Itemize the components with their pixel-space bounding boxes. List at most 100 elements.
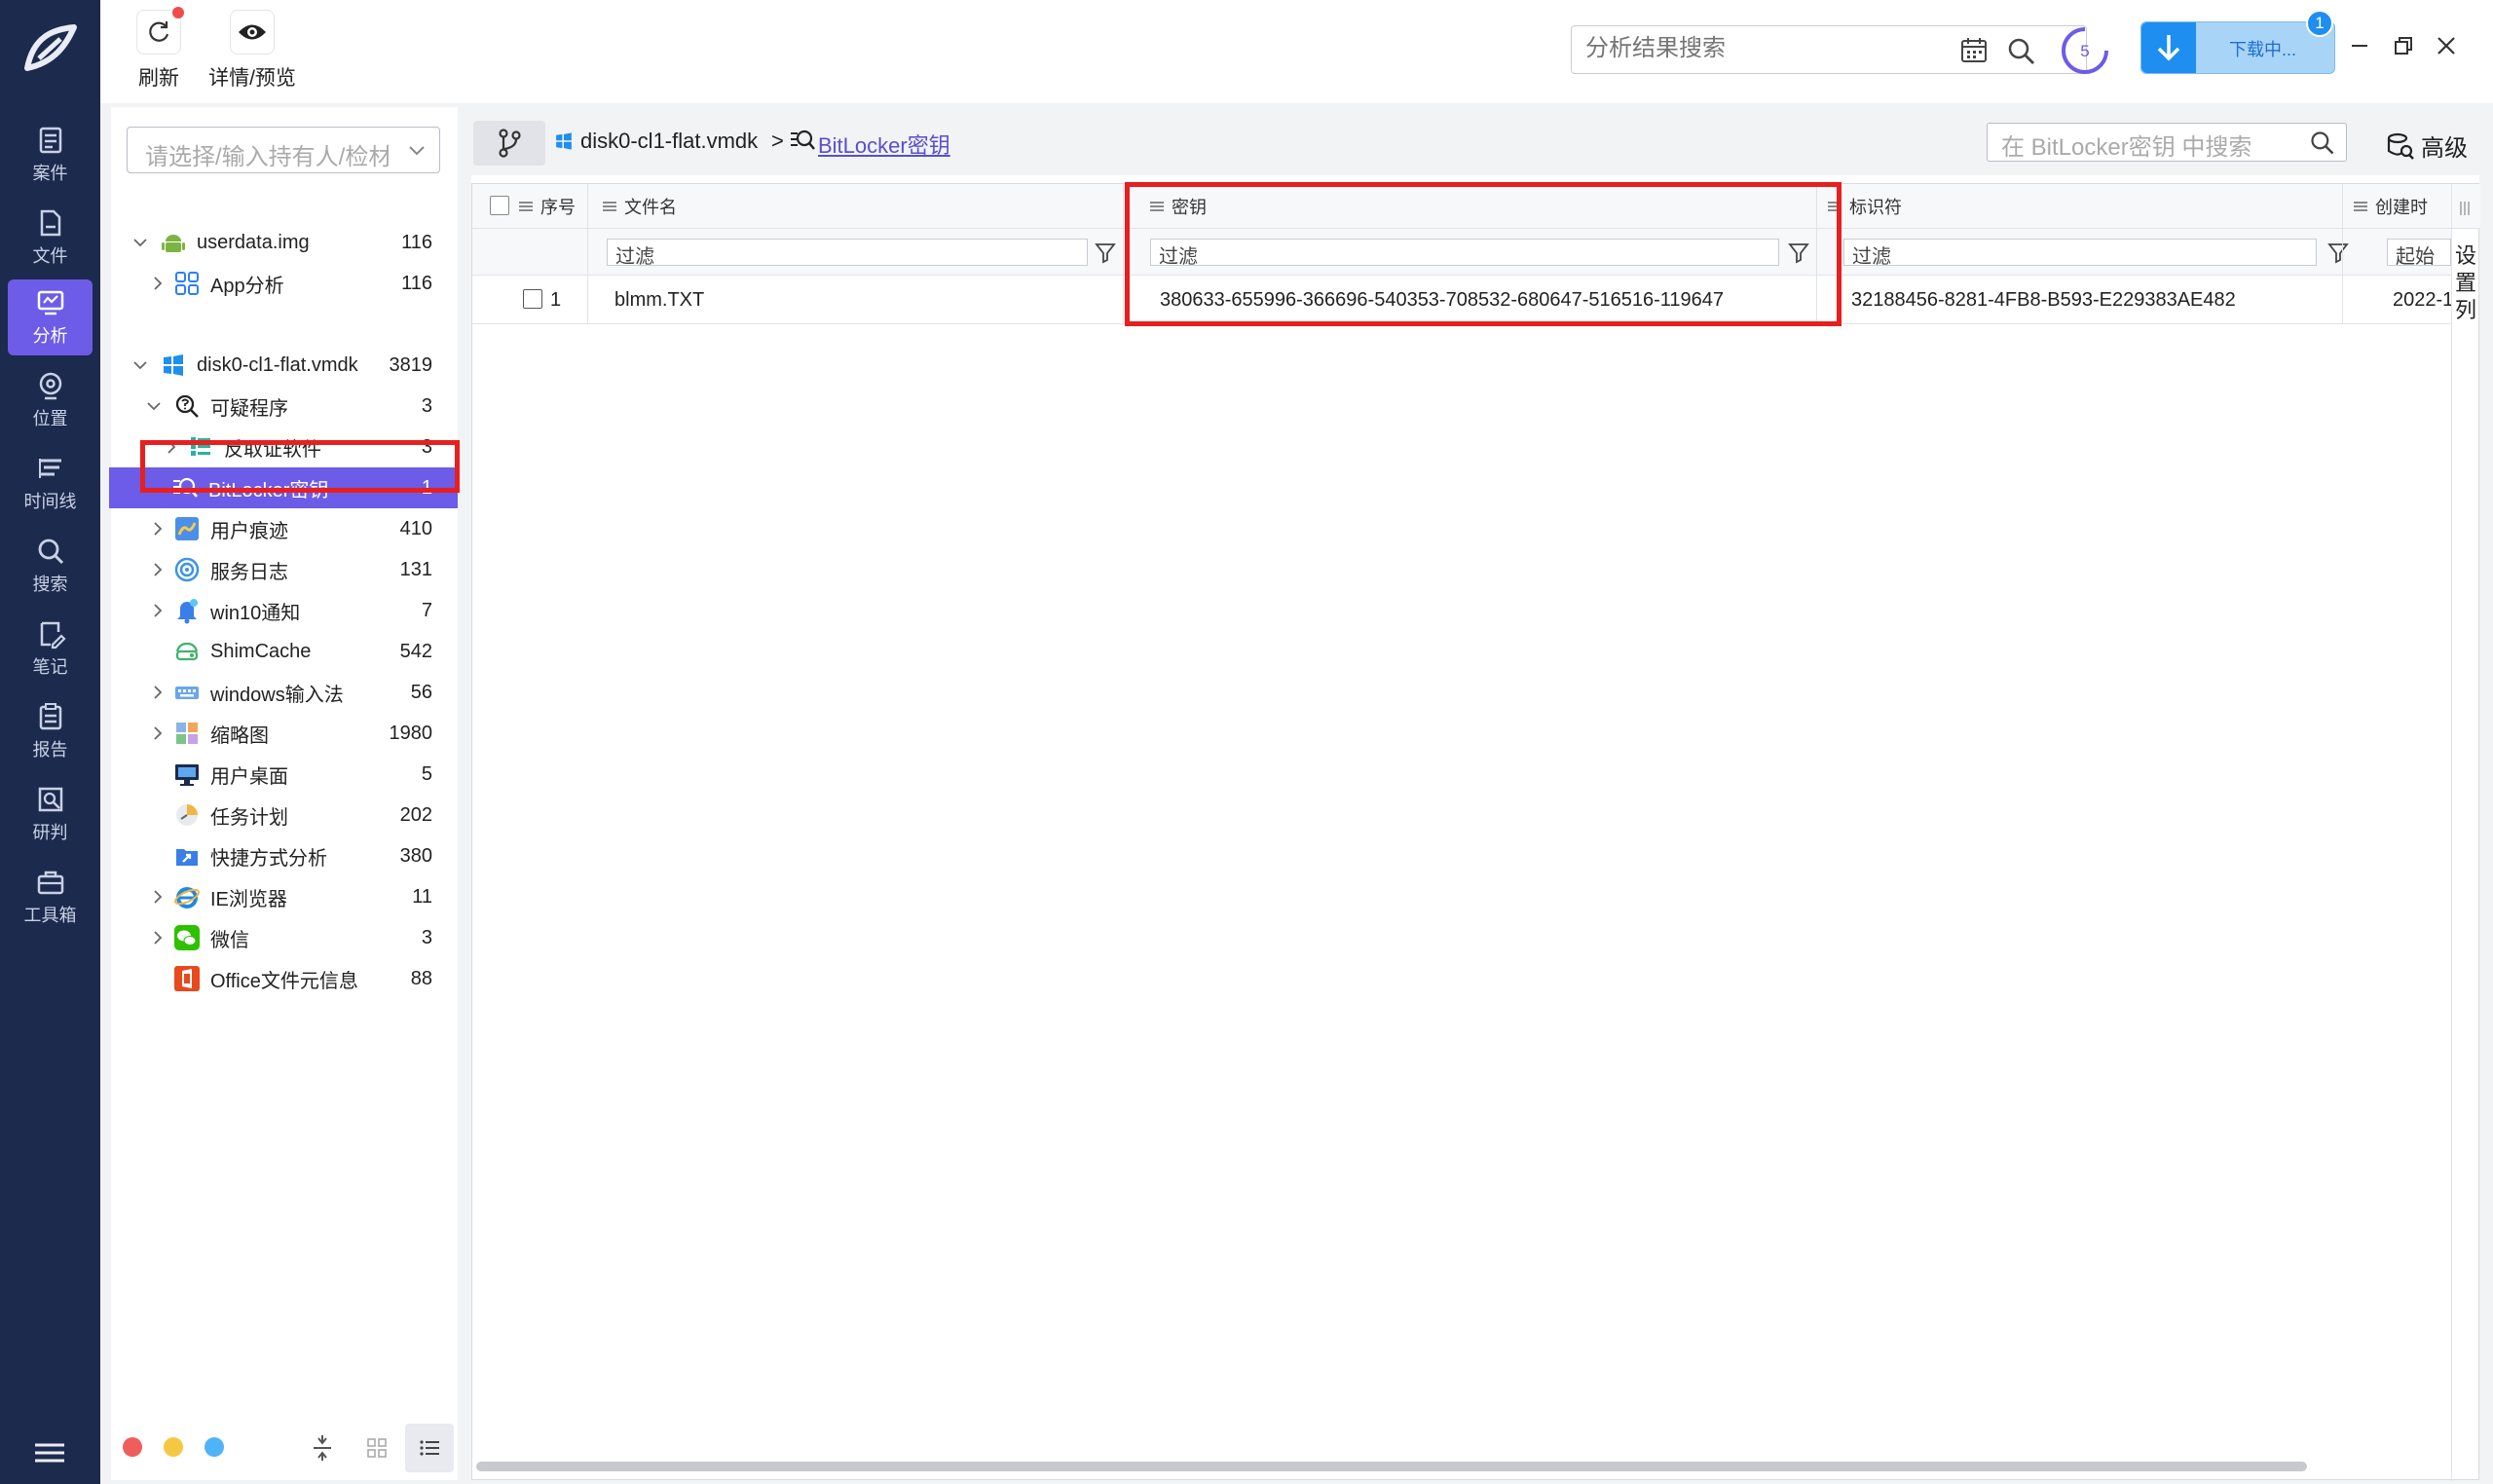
search-icon[interactable]	[2006, 36, 2037, 67]
nav-file[interactable]: 文件	[8, 200, 93, 276]
red-status-dot[interactable]	[123, 1437, 142, 1457]
judge-icon	[38, 787, 62, 812]
filter-placeholder: 过滤	[1852, 246, 1891, 268]
tree-node-shimcache[interactable]: ShimCache 542	[111, 631, 458, 672]
tree-node-label: 微信	[210, 929, 249, 951]
nav-judge[interactable]: 研判	[8, 776, 93, 852]
tree-node-ie[interactable]: IE浏览器 11	[111, 876, 458, 917]
nav-label: 文件	[32, 246, 68, 266]
search-icon[interactable]	[2309, 130, 2336, 157]
holder-select[interactable]: 请选择/输入持有人/检材	[127, 127, 440, 173]
tree-node-userdata[interactable]: userdata.img 116	[111, 222, 458, 263]
hamburger-menu-icon[interactable]	[33, 1441, 66, 1465]
list-view-button[interactable]	[405, 1424, 454, 1472]
row-checkbox[interactable]	[523, 289, 542, 309]
chevron-down-icon[interactable]	[146, 398, 162, 414]
breadcrumb-parent[interactable]: disk0-cl1-flat.vmdk	[580, 129, 758, 154]
task-progress-ring-icon[interactable]: 5	[2060, 25, 2110, 76]
chevron-right-icon[interactable]	[150, 562, 166, 577]
chevron-right-icon[interactable]	[150, 521, 166, 537]
tree-node-wechat[interactable]: 微信 3	[111, 917, 458, 958]
chevron-right-icon[interactable]	[150, 276, 166, 291]
yellow-status-dot[interactable]	[164, 1437, 183, 1457]
tree-node-ime[interactable]: windows输入法 56	[111, 672, 458, 713]
chevron-down-icon[interactable]	[132, 235, 148, 250]
tree-node-office[interactable]: Office文件元信息 88	[111, 958, 458, 999]
nav-case[interactable]: 案件	[8, 117, 93, 193]
grid-view-icon[interactable]	[366, 1437, 388, 1459]
close-button[interactable]	[2432, 31, 2461, 60]
content-search-box[interactable]: 在 BitLocker密钥 中搜索	[1987, 123, 2347, 162]
created-start-filter-input[interactable]: 起始	[2387, 239, 2451, 266]
nav-report[interactable]: 报告	[8, 693, 93, 769]
nav-notes[interactable]: 笔记	[8, 611, 93, 686]
shimcache-icon	[175, 642, 199, 661]
tree-node-count: 542	[399, 640, 432, 662]
branch-button[interactable]	[473, 121, 545, 166]
download-icon-box	[2141, 22, 2196, 73]
download-button[interactable]: 下载中...	[2140, 21, 2335, 74]
column-header-filename[interactable]: 文件名	[587, 184, 1123, 229]
left-nav: 案件 文件 分析 位置 时间线 搜索 笔记 报告 研判 工具箱	[0, 0, 100, 1484]
nav-search[interactable]: 搜索	[8, 528, 93, 604]
filter-funnel-icon[interactable]	[2326, 241, 2350, 264]
preview-button[interactable]: 详情/预览	[204, 10, 301, 99]
tree-node-app-analysis[interactable]: App分析 116	[111, 263, 458, 304]
tree-node-label: userdata.img	[197, 231, 310, 253]
chevron-right-icon[interactable]	[150, 725, 166, 741]
column-divider[interactable]	[587, 184, 588, 324]
chevron-right-icon[interactable]	[150, 889, 166, 905]
nav-location[interactable]: 位置	[8, 362, 93, 438]
column-settings-button[interactable]: 设置列	[2451, 229, 2480, 346]
result-search-box[interactable]	[1571, 25, 2087, 74]
shortcut-icon	[176, 849, 198, 866]
column-divider[interactable]	[1123, 184, 1124, 324]
tree-node-count: 202	[399, 803, 432, 826]
blue-status-dot[interactable]	[205, 1437, 224, 1457]
tree-node-vmdk[interactable]: disk0-cl1-flat.vmdk 3819	[111, 345, 458, 386]
refresh-icon	[149, 21, 169, 42]
column-drag-icon	[519, 202, 533, 211]
column-divider[interactable]	[2342, 184, 2343, 324]
column-header-created[interactable]: 创建时	[2342, 184, 2451, 229]
tree-node-suspicious[interactable]: 可疑程序 3	[111, 386, 458, 427]
advanced-search-button[interactable]: 高级	[2386, 129, 2468, 163]
column-header-index[interactable]: 序号	[472, 184, 587, 229]
column-label: 创建时	[2375, 197, 2428, 217]
horizontal-scrollbar[interactable]	[476, 1462, 2307, 1471]
calendar-icon[interactable]	[1959, 36, 1989, 65]
tree-node-label: disk0-cl1-flat.vmdk	[197, 353, 358, 376]
tree-node-win10-notify[interactable]: win10通知 7	[111, 590, 458, 631]
tree-node-label: IE浏览器	[210, 888, 287, 910]
nav-analysis[interactable]: 分析	[8, 279, 93, 355]
tree-node-count: 3819	[389, 353, 433, 376]
collapse-expand-icon[interactable]	[312, 1435, 333, 1461]
tree-node-thumbnail[interactable]: 缩略图 1980	[111, 713, 458, 754]
tree-node-desktop[interactable]: 用户桌面 5	[111, 754, 458, 795]
highlight-frame	[1125, 182, 1842, 326]
tree-node-count: 116	[401, 231, 432, 253]
tree-node-label: Office文件元信息	[210, 970, 358, 992]
chevron-down-icon[interactable]	[132, 357, 148, 373]
tree-node-user-trace[interactable]: 用户痕迹 410	[111, 508, 458, 549]
refresh-button[interactable]: 刷新	[130, 7, 188, 99]
tree-node-task-schedule[interactable]: 任务计划 202	[111, 795, 458, 835]
result-search-input[interactable]	[1585, 26, 1946, 71]
chevron-right-icon[interactable]	[150, 603, 166, 618]
tree-node-count: 5	[421, 762, 432, 785]
breadcrumb-current[interactable]: BitLocker密钥	[818, 129, 950, 160]
minimize-button[interactable]	[2345, 31, 2374, 60]
column-header-identifier[interactable]: 标识符	[1816, 184, 2342, 229]
filter-funnel-icon[interactable]	[1094, 241, 1117, 264]
chevron-right-icon[interactable]	[150, 685, 166, 700]
filename-filter-input[interactable]: 过滤	[607, 239, 1088, 268]
nav-toolbox[interactable]: 工具箱	[8, 859, 93, 935]
nav-timeline[interactable]: 时间线	[8, 445, 93, 521]
identifier-filter-input[interactable]: 过滤	[1843, 239, 2317, 268]
tree-node-shortcut[interactable]: 快捷方式分析 380	[111, 835, 458, 876]
tree-node-service-log[interactable]: 服务日志 131	[111, 549, 458, 590]
select-all-checkbox[interactable]	[490, 196, 509, 215]
restore-button[interactable]	[2389, 31, 2418, 60]
chevron-right-icon[interactable]	[150, 930, 166, 946]
case-icon	[39, 127, 61, 154]
